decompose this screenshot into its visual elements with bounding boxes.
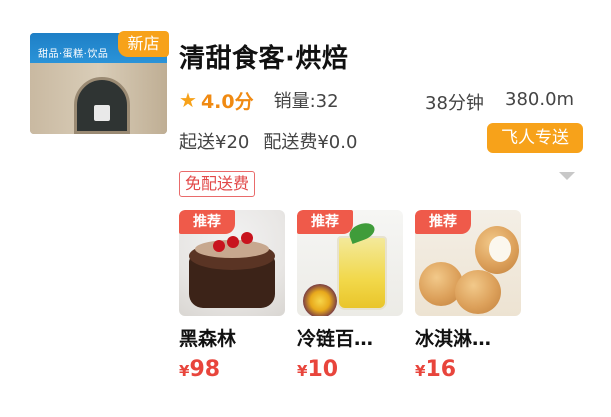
- strawberry-icon: [227, 236, 239, 248]
- product-price: ¥98: [179, 357, 221, 382]
- store-rating: 4.0分: [200, 90, 254, 113]
- product-name: 冰淇淋…: [415, 328, 492, 350]
- product-item[interactable]: 推荐 黑森林 ¥98: [179, 210, 285, 382]
- product-name: 黑森林: [179, 328, 237, 350]
- new-store-badge: 新店: [118, 31, 169, 57]
- rating-row: ★ 4.0分 销量:32: [179, 87, 339, 113]
- product-name: 冷链百…: [297, 328, 374, 350]
- fees-row: 起送¥20 配送费¥0.0: [179, 128, 357, 154]
- delivery-fee: 配送费¥0.0: [263, 132, 358, 153]
- chevron-down-icon[interactable]: [559, 172, 575, 180]
- sales-count: 销量:32: [273, 91, 339, 112]
- product-price: ¥16: [415, 357, 457, 382]
- recommend-badge: 推荐: [179, 210, 235, 234]
- store-card[interactable]: 甜品·蛋糕·饮品 新店 清甜食客·烘焙 ★ 4.0分 销量:32 38分钟 38…: [0, 0, 611, 417]
- star-icon: ★: [179, 88, 197, 112]
- product-image[interactable]: 推荐: [297, 210, 403, 316]
- courier-badge: 飞人专送: [487, 123, 583, 153]
- recommend-badge: 推荐: [297, 210, 353, 234]
- product-image[interactable]: 推荐: [415, 210, 521, 316]
- distance: 380.0m: [505, 89, 575, 110]
- product-image[interactable]: 推荐: [179, 210, 285, 316]
- delivery-time: 38分钟: [425, 93, 484, 114]
- product-item[interactable]: 推荐 冷链百… ¥10: [297, 210, 403, 382]
- promo-tag: 免配送费: [179, 171, 256, 197]
- store-name[interactable]: 清甜食客·烘焙: [179, 38, 348, 75]
- product-item[interactable]: 推荐 冰淇淋… ¥16: [415, 210, 521, 382]
- min-order: 起送¥20: [179, 132, 250, 153]
- product-price: ¥10: [297, 357, 339, 382]
- recommend-badge: 推荐: [415, 210, 471, 234]
